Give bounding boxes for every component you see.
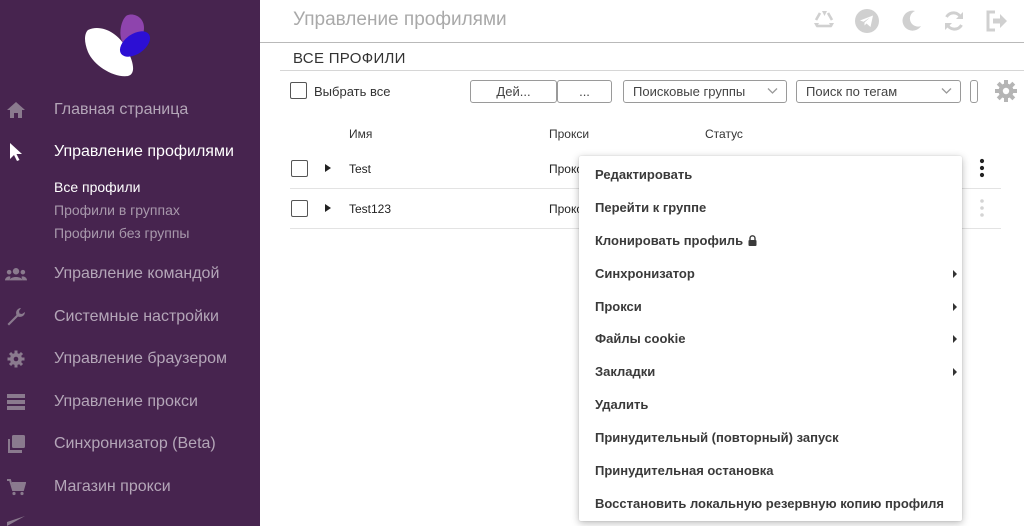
more-button[interactable]: ... bbox=[557, 80, 612, 103]
send-icon bbox=[6, 512, 26, 526]
subitem-profiles-no-group[interactable]: Профили без группы bbox=[54, 225, 189, 241]
menu-item-edit[interactable]: Редактировать bbox=[579, 159, 962, 189]
sidebar-item-proxy-shop[interactable]: Магазин прокси bbox=[0, 472, 260, 502]
sidebar-item-label: Синхронизатор (Beta) bbox=[54, 435, 216, 452]
server-icon bbox=[5, 391, 27, 413]
sidebar-item-label: Управление профилями bbox=[54, 143, 234, 160]
header: Управление профилями bbox=[260, 0, 1024, 43]
submenu-arrow-icon bbox=[953, 303, 957, 311]
expand-arrow-icon[interactable] bbox=[325, 164, 331, 172]
kebab-menu-icon[interactable] bbox=[974, 157, 990, 179]
submenu-arrow-icon bbox=[953, 270, 957, 278]
page-title: Управление профилями bbox=[293, 9, 507, 30]
profile-context-menu: Редактировать Перейти к группе Клонирова… bbox=[579, 156, 962, 521]
settings-gear-icon[interactable] bbox=[994, 79, 1018, 103]
search-tags-select[interactable]: Поиск по тегам bbox=[796, 80, 961, 103]
section-title: ВСЕ ПРОФИЛИ bbox=[293, 50, 406, 67]
menu-item-delete[interactable]: Удалить bbox=[579, 389, 962, 419]
submenu-arrow-icon bbox=[953, 335, 957, 343]
menu-item-synchronizer[interactable]: Синхронизатор bbox=[579, 258, 962, 288]
column-header-name[interactable]: Имя bbox=[349, 127, 372, 141]
menu-item-clone-profile[interactable]: Клонировать профиль bbox=[579, 225, 962, 255]
refresh-icon[interactable] bbox=[941, 8, 967, 34]
app-window: Главная страница Управление профилями Вс… bbox=[0, 0, 1024, 526]
sidebar-item-label: Управление прокси bbox=[54, 393, 198, 410]
search-tags-placeholder: Поиск по тегам bbox=[806, 84, 898, 99]
team-icon bbox=[5, 263, 27, 285]
logout-icon[interactable] bbox=[984, 8, 1010, 34]
sidebar: Главная страница Управление профилями Вс… bbox=[0, 0, 260, 526]
chevron-down-icon bbox=[941, 88, 952, 94]
telegram-icon[interactable] bbox=[854, 8, 880, 34]
actions-button[interactable]: Дей... bbox=[470, 80, 557, 103]
narrow-input[interactable] bbox=[970, 80, 978, 103]
menu-item-label: Редактировать bbox=[595, 167, 693, 182]
moon-icon[interactable] bbox=[898, 8, 924, 34]
profile-proxy: Прокс bbox=[549, 162, 583, 176]
menu-item-label: Файлы cookie bbox=[595, 331, 686, 346]
search-groups-select[interactable]: Поисковые группы bbox=[623, 80, 787, 103]
chevron-down-icon bbox=[767, 88, 778, 94]
sidebar-item-browser[interactable]: Управление браузером bbox=[0, 344, 260, 374]
menu-item-cookies[interactable]: Файлы cookie bbox=[579, 323, 962, 353]
sidebar-item-team[interactable]: Управление командой bbox=[0, 259, 260, 289]
cursor-icon bbox=[5, 141, 27, 163]
sidebar-item-label: Системные настройки bbox=[54, 308, 219, 325]
sidebar-item-label: Главная страница bbox=[54, 101, 189, 118]
profile-proxy: Прокс bbox=[549, 202, 583, 216]
sidebar-item-home[interactable]: Главная страница bbox=[0, 95, 260, 125]
subitem-all-profiles[interactable]: Все профили bbox=[54, 179, 141, 195]
sidebar-item-synchronizer[interactable]: Синхронизатор (Beta) bbox=[0, 429, 260, 459]
row-checkbox[interactable] bbox=[291, 160, 308, 177]
sidebar-item-label: Управление браузером bbox=[54, 350, 228, 367]
sidebar-item-proxy[interactable]: Управление прокси bbox=[0, 387, 260, 417]
menu-item-force-restart[interactable]: Принудительный (повторный) запуск bbox=[579, 422, 962, 452]
copy-icon bbox=[5, 433, 27, 455]
expand-arrow-icon[interactable] bbox=[325, 204, 331, 212]
menu-item-label: Восстановить локальную резервную копию п… bbox=[595, 496, 944, 511]
lock-icon bbox=[748, 235, 757, 246]
section-divider bbox=[280, 70, 1024, 71]
submenu-arrow-icon bbox=[953, 368, 957, 376]
menu-item-force-stop[interactable]: Принудительная остановка bbox=[579, 455, 962, 485]
sidebar-item-label: Управление командой bbox=[54, 265, 220, 282]
kebab-menu-icon[interactable] bbox=[974, 197, 990, 219]
recycle-icon[interactable] bbox=[811, 8, 837, 34]
profile-name: Test bbox=[349, 162, 372, 176]
menu-item-restore-backup[interactable]: Восстановить локальную резервную копию п… bbox=[579, 488, 962, 518]
menu-item-label: Синхронизатор bbox=[595, 266, 695, 281]
sidebar-item-system-settings[interactable]: Системные настройки bbox=[0, 302, 260, 332]
column-header-proxy[interactable]: Прокси bbox=[549, 127, 589, 141]
cart-icon bbox=[5, 476, 27, 498]
menu-item-label: Клонировать профиль bbox=[595, 233, 744, 248]
home-icon bbox=[5, 99, 27, 121]
menu-item-label: Принудительная остановка bbox=[595, 463, 774, 478]
logo bbox=[85, 14, 151, 77]
menu-item-label: Принудительный (повторный) запуск bbox=[595, 430, 839, 445]
row-checkbox[interactable] bbox=[291, 200, 308, 217]
wrench-icon bbox=[5, 306, 27, 328]
sidebar-item-label: Магазин прокси bbox=[54, 478, 171, 495]
subitem-profiles-in-groups[interactable]: Профили в группах bbox=[54, 202, 180, 218]
sidebar-item-profiles[interactable]: Управление профилями bbox=[0, 137, 260, 167]
menu-item-label: Закладки bbox=[595, 364, 656, 379]
menu-item-label: Прокси bbox=[595, 299, 642, 314]
profile-name: Test123 bbox=[349, 202, 392, 216]
menu-item-label: Перейти к группе bbox=[595, 200, 707, 215]
select-all-label[interactable]: Выбрать все bbox=[314, 84, 390, 99]
menu-item-bookmarks[interactable]: Закладки bbox=[579, 356, 962, 386]
search-groups-placeholder: Поисковые группы bbox=[633, 84, 746, 99]
menu-item-label: Удалить bbox=[595, 397, 649, 412]
menu-item-proxy[interactable]: Прокси bbox=[579, 291, 962, 321]
gear-icon bbox=[5, 348, 27, 370]
select-all-checkbox[interactable] bbox=[290, 82, 307, 99]
column-header-status[interactable]: Статус bbox=[705, 127, 743, 141]
menu-item-go-to-group[interactable]: Перейти к группе bbox=[579, 192, 962, 222]
